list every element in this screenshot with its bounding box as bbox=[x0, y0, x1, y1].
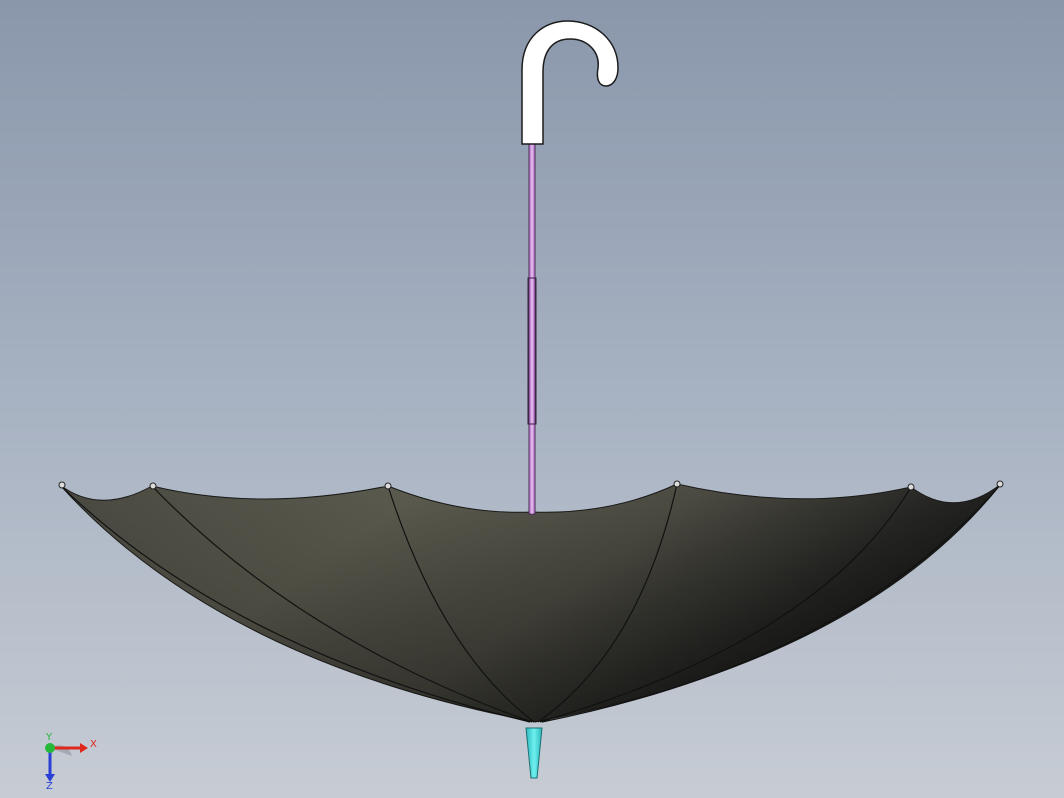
axis-triad: X Y Z bbox=[45, 732, 97, 790]
x-axis-label: X bbox=[90, 739, 97, 750]
shaft[interactable] bbox=[527, 143, 537, 515]
graphics-viewport[interactable]: X Y Z bbox=[0, 0, 1064, 798]
y-axis-label: Y bbox=[45, 732, 53, 743]
umbrella-model[interactable] bbox=[0, 0, 1064, 798]
z-axis-label: Z bbox=[46, 781, 53, 790]
handle[interactable] bbox=[521, 20, 619, 145]
ferrule-tip[interactable] bbox=[525, 727, 543, 779]
y-axis-dot bbox=[45, 743, 55, 753]
